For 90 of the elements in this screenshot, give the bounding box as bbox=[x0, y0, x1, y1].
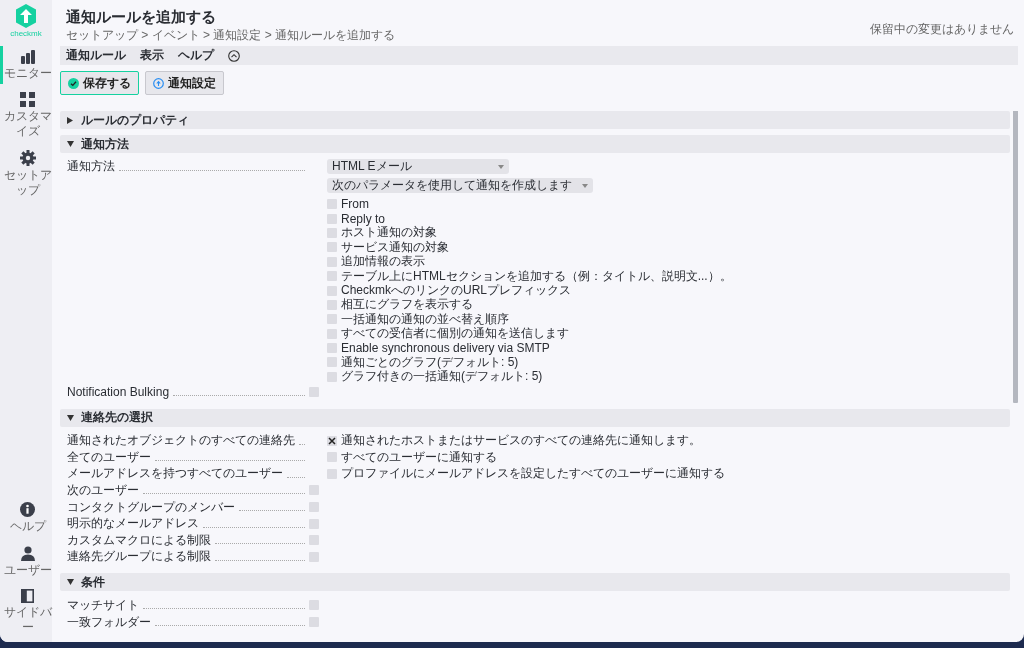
option-label: 通知されたホストまたはサービスのすべての連絡先に通知します。 bbox=[341, 432, 701, 450]
checkbox[interactable] bbox=[327, 227, 337, 238]
field-label: コンタクトグループのメンバー bbox=[67, 498, 235, 516]
checkbox[interactable] bbox=[327, 199, 337, 210]
user-icon bbox=[20, 545, 35, 561]
collapse-icon[interactable] bbox=[228, 49, 240, 62]
checkbox[interactable] bbox=[327, 435, 337, 446]
checkbox[interactable] bbox=[327, 371, 337, 382]
collapse-triangle-icon bbox=[67, 579, 74, 586]
checkbox[interactable] bbox=[309, 502, 319, 513]
settings-button[interactable]: 通知設定 bbox=[145, 71, 224, 95]
bar-chart-icon bbox=[19, 50, 36, 64]
checkbox[interactable] bbox=[327, 314, 337, 325]
sidebar-icon bbox=[21, 589, 34, 604]
checkbox[interactable] bbox=[327, 213, 337, 224]
checkbox[interactable] bbox=[327, 328, 337, 339]
field-label: 一致フォルダー bbox=[67, 613, 151, 631]
save-button[interactable]: 保存する bbox=[60, 71, 139, 95]
option-label: From bbox=[341, 197, 369, 212]
field-label: Notification Bulking bbox=[67, 385, 170, 400]
field-label: 通知方法 bbox=[67, 158, 115, 175]
option-label: グラフ付きの一括通知(デフォルト: 5) bbox=[341, 369, 543, 386]
section-header[interactable]: ルールのプロパティ bbox=[60, 111, 1010, 129]
checkbox[interactable] bbox=[309, 551, 319, 562]
field-label: マッチサイト bbox=[67, 596, 139, 614]
checkbox[interactable] bbox=[309, 485, 319, 496]
breadcrumb: セットアップ > イベント > 通知設定 > 通知ルールを追加する bbox=[66, 27, 396, 44]
collapse-triangle-icon bbox=[67, 141, 74, 147]
option-label: すべての受信者に個別の通知を送信します bbox=[341, 325, 569, 343]
option-label: 相互にグラフを表示する bbox=[341, 296, 473, 313]
option-label: 通知ごとのグラフ(デフォルト: 5) bbox=[341, 355, 519, 370]
page-title: 通知ルールを追加する bbox=[66, 8, 217, 27]
field-label: 明示的なメールアドレス bbox=[67, 515, 199, 533]
checkbox[interactable] bbox=[327, 452, 337, 463]
section-header[interactable]: 連絡先の選択 bbox=[60, 408, 1010, 427]
checkbox[interactable] bbox=[327, 299, 337, 310]
checkbox[interactable] bbox=[327, 343, 337, 354]
info-icon bbox=[20, 502, 35, 518]
section-header[interactable]: 通知方法 bbox=[60, 135, 1010, 153]
logo-icon bbox=[15, 4, 37, 28]
nav-item[interactable]: サイドバー bbox=[0, 585, 52, 638]
expand-triangle-icon bbox=[67, 116, 73, 124]
caret-icon bbox=[498, 164, 504, 169]
option-label: 追加情報の表示 bbox=[341, 253, 425, 270]
field-label: メールアドレスを持つすべてのユーザー bbox=[67, 465, 283, 483]
settings-icon bbox=[19, 150, 36, 167]
dropdown[interactable]: 次のパラメータを使用して通知を作成します bbox=[327, 178, 593, 193]
nav-item[interactable]: セットアップ bbox=[0, 146, 52, 201]
nav-item[interactable]: ヘルプ bbox=[0, 498, 52, 538]
option-label: サービス通知の対象 bbox=[341, 238, 449, 255]
checkbox[interactable] bbox=[327, 271, 337, 282]
nav-item[interactable]: モニター bbox=[0, 46, 52, 85]
pending-changes-text: 保留中の変更はありません bbox=[870, 21, 1015, 38]
caret-icon bbox=[582, 183, 588, 188]
menu-item[interactable]: 表示 bbox=[140, 47, 164, 64]
checkbox[interactable] bbox=[309, 617, 319, 627]
checkbox[interactable] bbox=[309, 535, 319, 546]
collapse-triangle-icon bbox=[67, 414, 74, 421]
dropdown[interactable]: HTML Eメール bbox=[327, 159, 509, 174]
menu-item[interactable]: 通知ルール bbox=[66, 47, 126, 64]
check-icon bbox=[68, 77, 79, 89]
nav-item[interactable]: ユーザー bbox=[0, 541, 52, 582]
option-label: テーブル上にHTMLセクションを追加する（例：タイトル、説明文...）。 bbox=[341, 267, 732, 284]
scrollbar[interactable] bbox=[1013, 111, 1018, 403]
arrow-up-circle-icon bbox=[153, 77, 164, 89]
menu-item[interactable]: ヘルプ bbox=[178, 47, 214, 64]
logo-text: checkmk bbox=[10, 29, 42, 38]
option-label: プロファイルにメールアドレスを設定したすべてのユーザーに通知する bbox=[341, 465, 725, 483]
grid-icon bbox=[20, 92, 35, 108]
checkbox[interactable] bbox=[327, 285, 337, 296]
field-label: カスタムマクロによる制限 bbox=[67, 531, 211, 549]
checkbox[interactable] bbox=[309, 518, 319, 529]
checkbox[interactable] bbox=[309, 387, 319, 398]
checkbox[interactable] bbox=[309, 600, 319, 611]
field-label: 全てのユーザー bbox=[67, 448, 151, 466]
field-label: 次のユーザー bbox=[67, 481, 139, 499]
field-label: 連絡先グループによる制限 bbox=[67, 548, 211, 566]
checkbox[interactable] bbox=[327, 357, 337, 368]
checkbox[interactable] bbox=[327, 242, 337, 253]
checkbox[interactable] bbox=[327, 468, 337, 479]
option-label: ホスト通知の対象 bbox=[341, 225, 437, 241]
option-label: Reply to bbox=[341, 211, 386, 226]
option-label: すべてのユーザーに通知する bbox=[341, 448, 497, 466]
checkbox[interactable] bbox=[327, 256, 337, 267]
option-label: 一括通知の通知の並べ替え順序 bbox=[341, 310, 509, 327]
nav-item[interactable]: カスタマイズ bbox=[0, 88, 52, 143]
field-label: 通知されたオブジェクトのすべての連絡先 bbox=[67, 432, 295, 450]
option-label: Enable synchronous delivery via SMTP bbox=[341, 341, 550, 356]
option-label: CheckmkへのリンクのURLプレフィックス bbox=[341, 282, 571, 298]
section-header[interactable]: 条件 bbox=[60, 573, 1010, 592]
